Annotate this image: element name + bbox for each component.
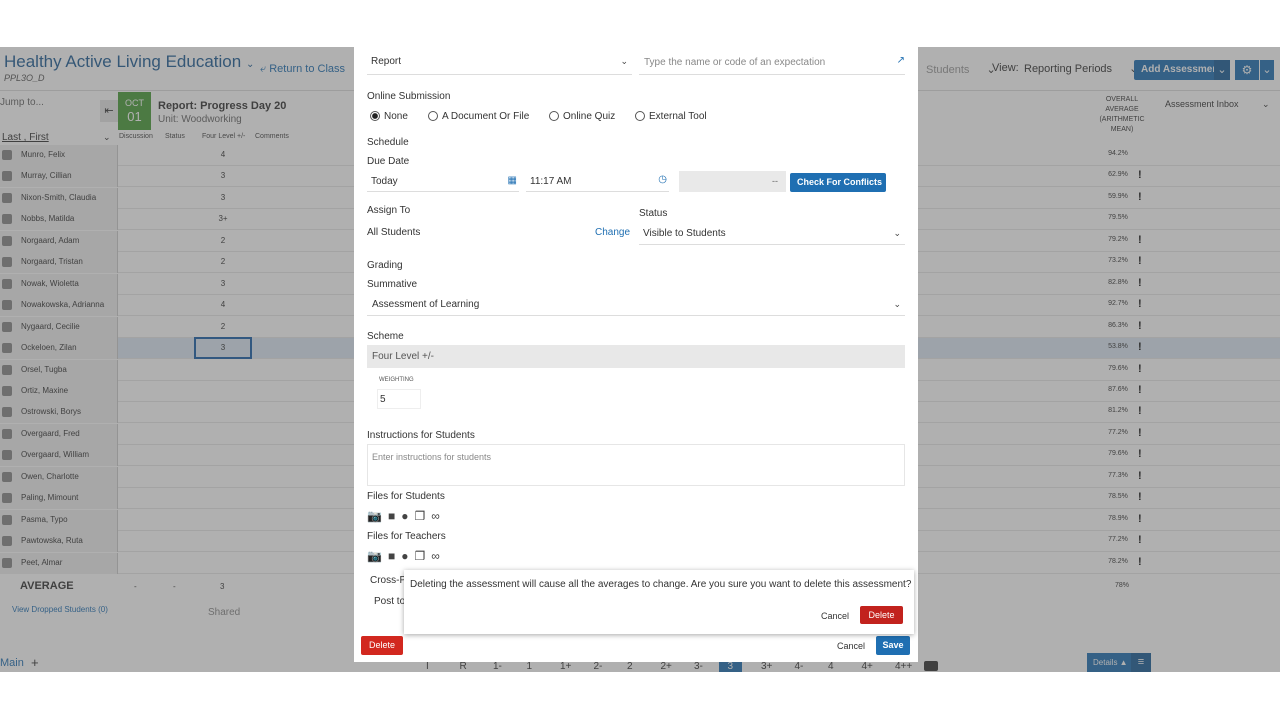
instructions-label: Instructions for Students (367, 430, 475, 441)
due-date-label: Due Date (367, 156, 410, 167)
external-link-icon[interactable]: ↗ (897, 55, 905, 66)
files-students-label: Files for Students (367, 491, 445, 502)
grading-label: Grading (367, 260, 403, 271)
check-conflicts-button[interactable]: Check For Conflicts (790, 173, 886, 192)
end-time-input: -- (679, 171, 786, 192)
summative-select[interactable]: Assessment of Learning ⌄ (367, 294, 905, 316)
confirm-delete-button[interactable]: Delete (860, 606, 903, 624)
submission-none-radio[interactable]: None (370, 111, 408, 122)
instructions-input[interactable]: Enter instructions for students (367, 444, 905, 486)
report-select[interactable]: Report ⌄ (367, 55, 632, 75)
cross-post-label: Cross-P (370, 575, 407, 586)
submission-quiz-radio[interactable]: Online Quiz (549, 111, 615, 122)
scheme-label: Scheme (367, 331, 404, 342)
microphone-icon[interactable]: ● (401, 549, 408, 563)
online-submission-label: Online Submission (367, 91, 451, 102)
submission-external-radio[interactable]: External Tool (635, 111, 707, 122)
video-icon[interactable]: ■ (388, 549, 395, 563)
files-students-toolbar: 📷 ■ ● ❐ ∞ (367, 509, 446, 523)
due-date-input[interactable]: Today ▦ (367, 170, 519, 192)
files-teachers-toolbar: 📷 ■ ● ❐ ∞ (367, 549, 446, 563)
files-icon[interactable]: ❐ (414, 549, 425, 563)
status-select[interactable]: Visible to Students ⌄ (639, 223, 905, 245)
video-icon[interactable]: ■ (388, 509, 395, 523)
summative-label: Summative (367, 279, 418, 290)
gradebook-app: Healthy Active Living Education ⌄ PPL3O_… (0, 47, 1280, 672)
due-time-input[interactable]: 11:17 AM ◷ (526, 170, 669, 192)
submission-document-radio[interactable]: A Document Or File (428, 111, 529, 122)
scheme-value: Four Level +/- (367, 345, 905, 368)
camera-icon[interactable]: 📷 (367, 509, 382, 523)
save-button[interactable]: Save (876, 636, 910, 655)
microphone-icon[interactable]: ● (401, 509, 408, 523)
confirm-cancel-button[interactable]: Cancel (821, 611, 849, 621)
weighting-label: WEIGHTING (379, 377, 414, 383)
schedule-label: Schedule (367, 137, 409, 148)
assign-to-value: All Students (367, 227, 421, 238)
files-teachers-label: Files for Teachers (367, 531, 446, 542)
expectation-input[interactable]: Type the name or code of an expectation ↗ (639, 55, 905, 75)
weighting-input[interactable]: 5 (377, 389, 421, 409)
post-to-label: Post to (374, 596, 406, 607)
status-label: Status (639, 208, 668, 219)
delete-confirm-popover: Deleting the assessment will cause all t… (404, 570, 914, 634)
link-icon[interactable]: ∞ (431, 549, 440, 563)
clock-icon[interactable]: ◷ (658, 174, 667, 185)
confirm-message: Deleting the assessment will cause all t… (410, 579, 912, 590)
cancel-button[interactable]: Cancel (837, 641, 865, 651)
change-link[interactable]: Change (595, 227, 630, 238)
link-icon[interactable]: ∞ (431, 509, 440, 523)
delete-button[interactable]: Delete (361, 636, 403, 655)
files-icon[interactable]: ❐ (414, 509, 425, 523)
assign-to-label: Assign To (367, 205, 411, 216)
camera-icon[interactable]: 📷 (367, 549, 382, 563)
calendar-icon[interactable]: ▦ (508, 175, 517, 186)
